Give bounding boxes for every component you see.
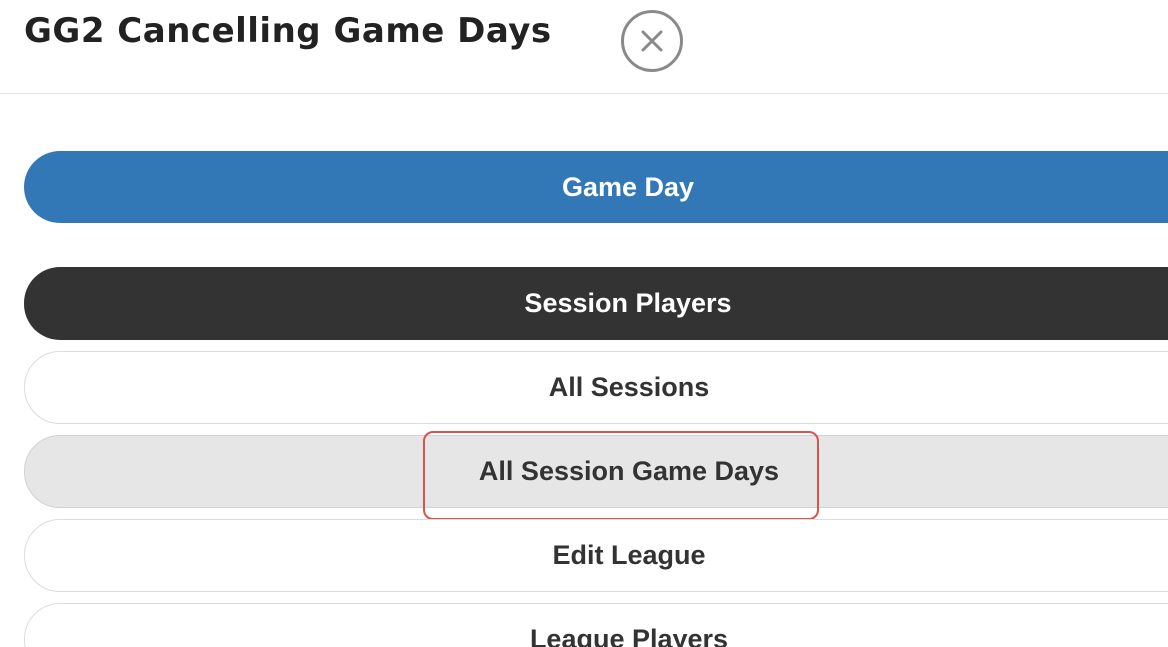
close-icon (641, 30, 663, 52)
all-session-game-days-button[interactable]: All Session Game Days (24, 435, 1168, 508)
game-day-label: Game Day (561, 171, 695, 202)
game-day-button[interactable]: Game Day (24, 151, 1168, 223)
league-players-label: League Players (529, 624, 729, 647)
modal-header: GG2 Cancelling Game Days (0, 0, 1168, 94)
page-title: GG2 Cancelling Game Days (24, 11, 552, 51)
all-sessions-button[interactable]: All Sessions (24, 351, 1168, 424)
league-players-button[interactable]: League Players (24, 603, 1168, 647)
close-button[interactable] (621, 10, 683, 72)
edit-league-label: Edit League (552, 540, 706, 570)
session-players-button[interactable]: Session Players (24, 267, 1168, 340)
edit-league-button[interactable]: Edit League (24, 519, 1168, 592)
all-sessions-label: All Sessions (548, 372, 710, 402)
all-session-game-days-label: All Session Game Days (478, 456, 780, 486)
page: GG2 Cancelling Game Days Game Day Sessio… (0, 0, 1168, 647)
session-players-label: Session Players (524, 288, 732, 318)
